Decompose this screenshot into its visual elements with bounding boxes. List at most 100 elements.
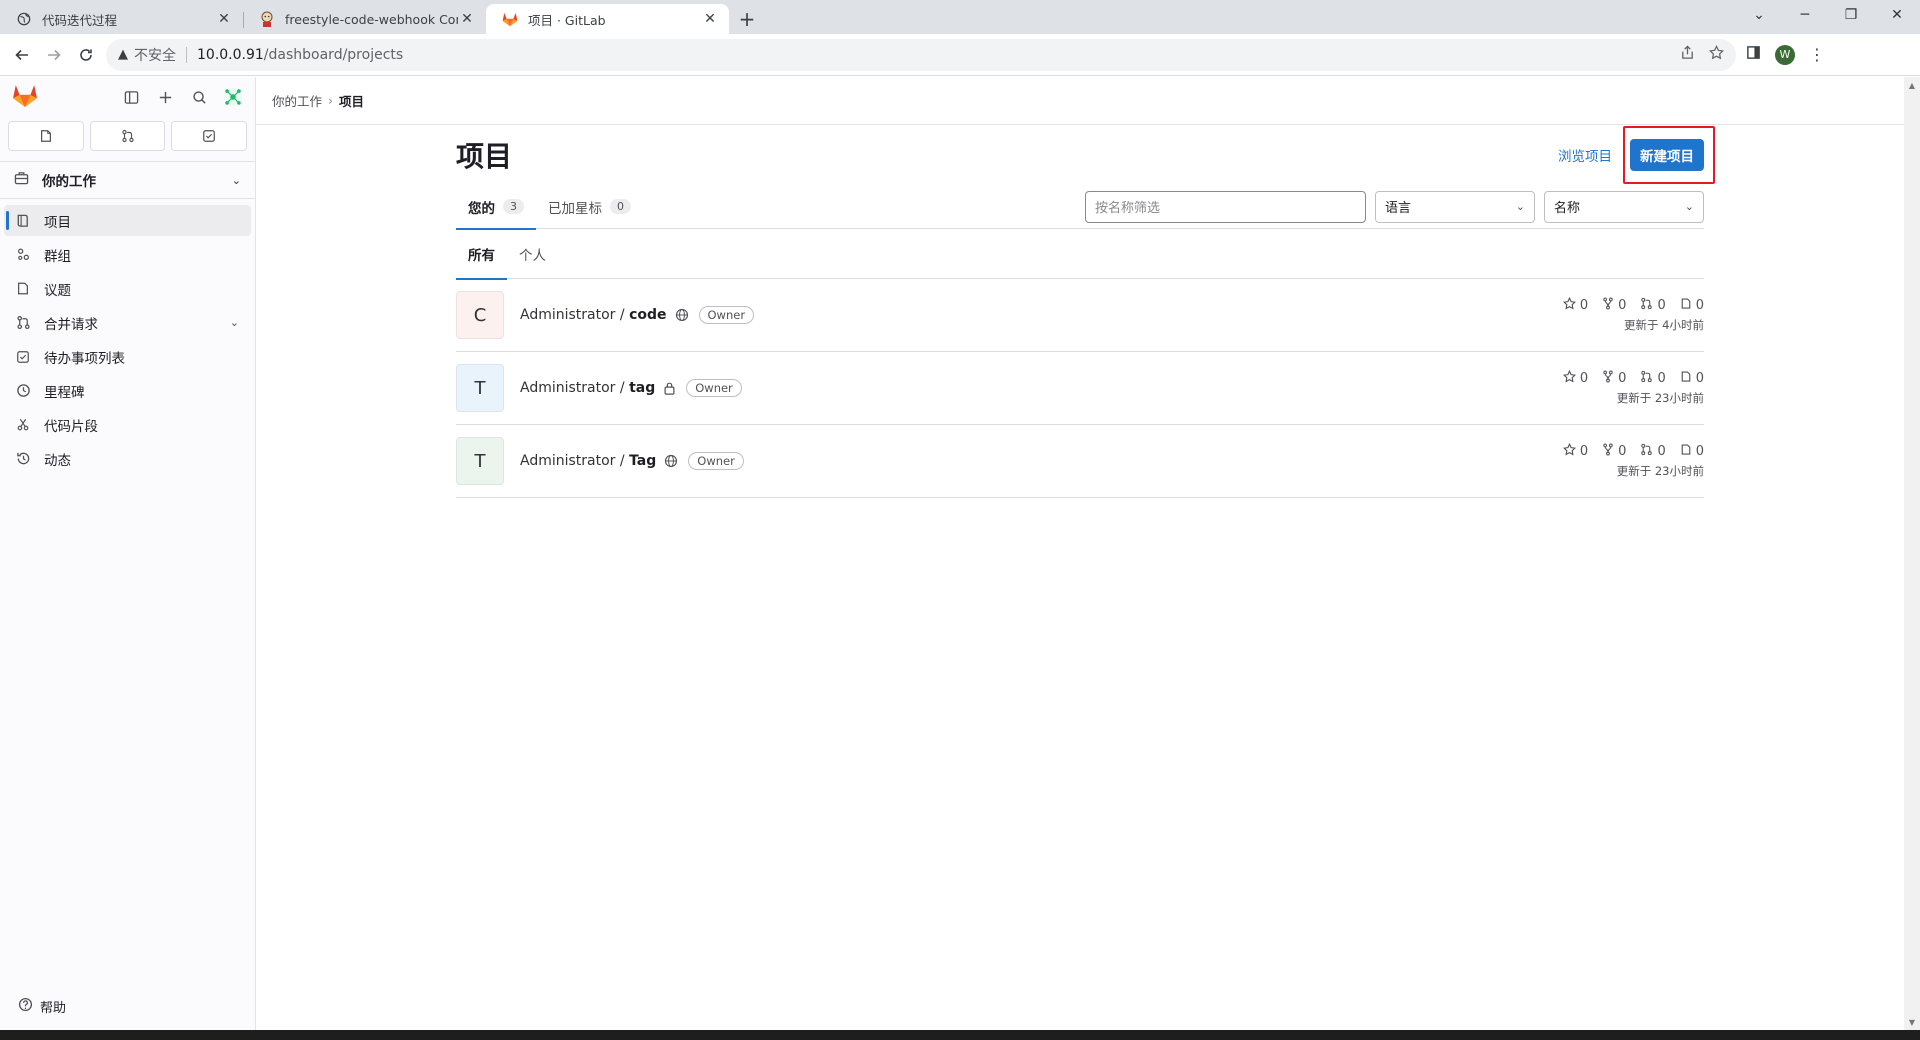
project-name-link[interactable]: Administrator / code bbox=[520, 307, 667, 323]
todo-icon bbox=[203, 130, 216, 142]
sidebar-item-snippets[interactable]: 代码片段 bbox=[4, 409, 251, 440]
browser-menu-icon[interactable]: ⋮ bbox=[1809, 45, 1825, 64]
fork-icon bbox=[1602, 443, 1614, 460]
gitlab-app: 你的工作 ⌄ 项目 群组 议题 合并请求 ⌄ 待办事项列表 里程碑 代码片段 动… bbox=[0, 77, 1920, 1030]
role-badge: Owner bbox=[688, 452, 744, 470]
forks-count[interactable]: 0 bbox=[1602, 370, 1626, 387]
project-avatar[interactable]: T bbox=[456, 437, 504, 485]
language-select[interactable]: 语言 ⌄ bbox=[1375, 190, 1535, 223]
plus-icon[interactable] bbox=[155, 87, 175, 107]
stars-count[interactable]: 0 bbox=[1562, 369, 1588, 387]
sidebar-toggle-icon[interactable] bbox=[121, 87, 141, 107]
todo-counter-button[interactable] bbox=[171, 121, 248, 151]
browser-tab-2[interactable]: freestyle-code-webhook Config ✕ bbox=[243, 4, 486, 34]
briefcase-icon bbox=[14, 171, 32, 189]
chevron-down-icon: ⌄ bbox=[231, 173, 241, 187]
sidebar-item-label: 群组 bbox=[44, 248, 71, 265]
stat-value: 0 bbox=[1657, 444, 1666, 459]
project-avatar[interactable]: T bbox=[456, 364, 504, 412]
project-namespace: Administrator / bbox=[520, 307, 630, 323]
user-avatar-icon[interactable] bbox=[223, 87, 243, 107]
explore-projects-link[interactable]: 浏览项目 bbox=[1558, 145, 1612, 165]
sidebar-item-groups[interactable]: 群组 bbox=[4, 239, 251, 270]
table-row[interactable]: C Administrator / code Owner 0 0 0 0 更新于 4小时前 bbox=[456, 279, 1704, 352]
sidebar-item-projects[interactable]: 项目 bbox=[4, 205, 251, 236]
reload-icon[interactable] bbox=[70, 39, 102, 71]
sidebar-item-issues[interactable]: 议题 bbox=[4, 273, 251, 304]
merge-requests-icon bbox=[121, 129, 134, 143]
scroll-up-icon[interactable]: ▲ bbox=[1904, 77, 1920, 93]
stars-count[interactable]: 0 bbox=[1562, 442, 1589, 460]
search-icon[interactable] bbox=[189, 87, 209, 107]
stat-value: 0 bbox=[1618, 444, 1627, 459]
table-row[interactable]: T Administrator / tag Owner 0 0 0 0 更新于 23小时前 bbox=[456, 352, 1704, 425]
bookmark-star-icon[interactable] bbox=[1708, 44, 1725, 64]
fork-icon bbox=[1602, 370, 1614, 387]
merge-requests-count[interactable]: 0 bbox=[1640, 297, 1666, 314]
project-name-link[interactable]: Administrator / Tag bbox=[520, 453, 656, 469]
breadcrumb-current[interactable]: 项目 bbox=[339, 91, 364, 110]
tab-search-icon[interactable]: ⌄ bbox=[1736, 0, 1782, 30]
tab-close-icon[interactable]: ✕ bbox=[458, 10, 476, 28]
profile-avatar[interactable]: W bbox=[1775, 44, 1795, 65]
back-arrow-icon[interactable] bbox=[6, 39, 38, 71]
snippet-icon bbox=[16, 417, 34, 432]
gitlab-logo-icon[interactable] bbox=[12, 84, 38, 110]
context-switcher[interactable]: 你的工作 ⌄ bbox=[0, 161, 255, 199]
sort-select[interactable]: 名称 ⌄ bbox=[1544, 190, 1704, 223]
url-input[interactable]: ▲ 不安全 10.0.0.91 /dashboard/projects bbox=[106, 38, 1736, 71]
tab-label: 已加星标 bbox=[548, 200, 602, 217]
minimize-icon[interactable]: ─ bbox=[1782, 0, 1828, 30]
sidebar-item-activity[interactable]: 动态 bbox=[4, 443, 251, 474]
issues-count[interactable]: 0 bbox=[1680, 297, 1704, 314]
forks-count[interactable]: 0 bbox=[1602, 297, 1626, 314]
sidebar-nav: 项目 群组 议题 合并请求 ⌄ 待办事项列表 里程碑 代码片段 动态 bbox=[0, 199, 255, 483]
updated-time: 更新于 23小时前 bbox=[1616, 464, 1704, 478]
issues-counter-button[interactable] bbox=[8, 121, 84, 151]
globe-icon bbox=[16, 11, 32, 27]
omnibox-divider bbox=[186, 46, 187, 63]
share-icon[interactable] bbox=[1680, 45, 1695, 64]
tab-close-icon[interactable]: ✕ bbox=[215, 10, 233, 28]
main-content: 你的工作 › 项目 项目 浏览项目 新建项目 您的 3 已加星标 0 按名称筛选… bbox=[256, 77, 1920, 1030]
table-row[interactable]: T Administrator / Tag Owner 0 0 0 0 更新于 23小时前 bbox=[456, 425, 1704, 498]
stat-value: 0 bbox=[1579, 444, 1589, 459]
sidebar-item-merge-requests[interactable]: 合并请求 ⌄ bbox=[4, 307, 251, 338]
help-button[interactable]: 帮助 bbox=[18, 997, 66, 1016]
issues-count[interactable]: 0 bbox=[1680, 443, 1704, 460]
project-name-link[interactable]: Administrator / tag bbox=[520, 380, 655, 396]
tab-close-icon[interactable]: ✕ bbox=[701, 10, 719, 28]
merge-requests-count[interactable]: 0 bbox=[1640, 370, 1666, 387]
sidebar-item-milestones[interactable]: 里程碑 bbox=[4, 375, 251, 406]
stat-value: 0 bbox=[1657, 371, 1666, 386]
role-badge: Owner bbox=[686, 379, 742, 397]
tab-starred[interactable]: 已加星标 0 bbox=[536, 185, 643, 229]
sidebar-item-label: 项目 bbox=[44, 214, 71, 231]
merge-requests-counter-button[interactable] bbox=[89, 121, 166, 151]
subtab-personal[interactable]: 个人 bbox=[507, 229, 558, 279]
filter-by-name-input[interactable]: 按名称筛选 bbox=[1085, 190, 1366, 223]
scroll-down-icon[interactable]: ▼ bbox=[1904, 1014, 1920, 1030]
breadcrumb-root[interactable]: 你的工作 bbox=[272, 91, 322, 110]
browser-tab-3[interactable]: 项目 · GitLab ✕ bbox=[486, 4, 729, 34]
forks-count[interactable]: 0 bbox=[1602, 443, 1626, 460]
new-project-button[interactable]: 新建项目 bbox=[1623, 126, 1715, 184]
stars-count[interactable]: 0 bbox=[1562, 296, 1589, 314]
merge-requests-count[interactable]: 0 bbox=[1640, 443, 1666, 460]
project-avatar[interactable]: C bbox=[456, 291, 504, 339]
stat-value: 0 bbox=[1657, 298, 1666, 313]
tab-yours[interactable]: 您的 3 bbox=[456, 185, 536, 230]
issues-count[interactable]: 0 bbox=[1680, 370, 1704, 387]
browser-tab-1[interactable]: 代码迭代过程 ✕ bbox=[0, 4, 243, 34]
stat-value: 0 bbox=[1579, 298, 1589, 313]
subtab-all[interactable]: 所有 bbox=[456, 229, 507, 280]
side-panel-icon[interactable] bbox=[1746, 45, 1761, 64]
project-name: Tag bbox=[629, 453, 657, 469]
close-window-icon[interactable]: ✕ bbox=[1874, 0, 1920, 30]
sidebar-item-todos[interactable]: 待办事项列表 bbox=[4, 341, 251, 372]
page-scrollbar[interactable]: ▲ ▼ bbox=[1904, 77, 1920, 1030]
restore-icon[interactable]: ❐ bbox=[1828, 0, 1874, 30]
forward-arrow-icon[interactable] bbox=[38, 39, 70, 71]
history-icon bbox=[16, 451, 34, 466]
new-tab-button[interactable]: + bbox=[729, 4, 765, 34]
